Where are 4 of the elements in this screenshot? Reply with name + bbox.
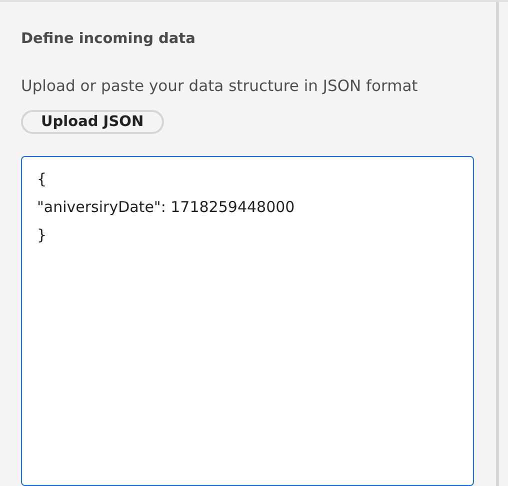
upload-json-button[interactable]: Upload JSON <box>21 110 164 134</box>
section-description: Upload or paste your data structure in JSON format <box>21 76 418 97</box>
json-input-field[interactable]: { "aniversiryDate": 1718259448000 } <box>21 156 474 486</box>
section-title: Define incoming data <box>21 30 196 49</box>
